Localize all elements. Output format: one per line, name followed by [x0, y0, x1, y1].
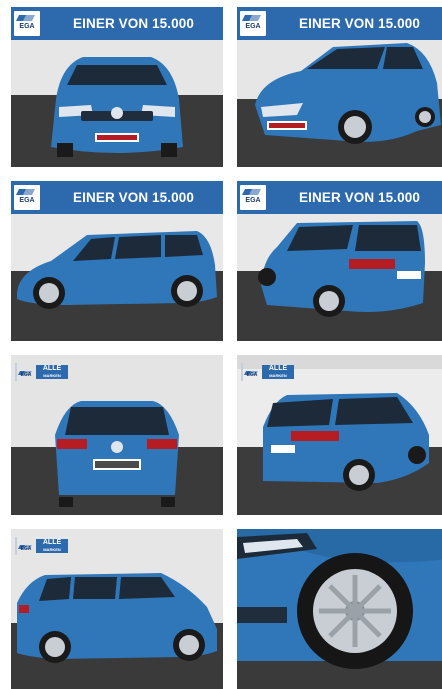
logo-text: EGA	[19, 23, 35, 30]
promo-banner: EGA EINER VON 15.000	[11, 181, 223, 214]
gallery-photo-4[interactable]: EGA EINER VON 15.000	[237, 181, 442, 341]
gallery-photo-5[interactable]: EGA ALLE MARKEN	[11, 355, 223, 515]
dealer-badge: EGA ALLE MARKEN	[15, 363, 68, 381]
car-photo-rear	[11, 355, 223, 515]
badge-line1: ALLE	[42, 365, 62, 372]
promo-banner: EGA EINER VON 15.000	[237, 7, 442, 40]
badge-line1: ALLE	[42, 539, 62, 546]
logo-text: EGA	[20, 372, 32, 378]
ega-logo-icon: EGA	[16, 364, 36, 380]
logo-text: EGA	[246, 372, 258, 378]
ega-logo-icon: EGA	[14, 11, 40, 36]
gallery-photo-3[interactable]: EGA EINER VON 15.000	[11, 181, 223, 341]
ega-logo-icon: EGA	[16, 538, 36, 554]
badge-line2: MARKEN	[269, 373, 287, 378]
banner-text: EINER VON 15.000	[73, 190, 194, 205]
logo-text: EGA	[19, 197, 35, 204]
gallery-photo-1[interactable]: EGA EINER VON 15.000	[11, 7, 223, 167]
photo-gallery: EGA EINER VON 15.000 EGA EINER VON 15.00…	[0, 0, 442, 689]
all-brands-box: ALLE MARKEN	[36, 365, 68, 379]
car-photo-rear-three-quarter-right	[237, 355, 442, 515]
all-brands-box: ALLE MARKEN	[36, 539, 68, 553]
ega-logo-icon: EGA	[240, 185, 266, 210]
logo-text: EGA	[245, 197, 261, 204]
ega-logo-icon: EGA	[242, 364, 262, 380]
gallery-photo-7[interactable]: EGA ALLE MARKEN	[11, 529, 223, 689]
gallery-photo-8[interactable]	[237, 529, 442, 689]
gallery-photo-6[interactable]: EGA ALLE MARKEN	[237, 355, 442, 515]
banner-text: EINER VON 15.000	[299, 190, 420, 205]
dealer-badge: EGA ALLE MARKEN	[241, 363, 294, 381]
gallery-photo-2[interactable]: EGA EINER VON 15.000	[237, 7, 442, 167]
car-photo-wheel-closeup	[237, 529, 442, 689]
car-photo-side-full	[11, 529, 223, 689]
badge-line1: ALLE	[268, 365, 288, 372]
badge-line2: MARKEN	[43, 547, 61, 552]
badge-line2: MARKEN	[43, 373, 61, 378]
ega-logo-icon: EGA	[240, 11, 266, 36]
ega-logo-icon: EGA	[14, 185, 40, 210]
dealer-badge: EGA ALLE MARKEN	[15, 537, 68, 555]
banner-text: EINER VON 15.000	[299, 16, 420, 31]
logo-text: EGA	[20, 546, 32, 552]
promo-banner: EGA EINER VON 15.000	[237, 181, 442, 214]
promo-banner: EGA EINER VON 15.000	[11, 7, 223, 40]
banner-text: EINER VON 15.000	[73, 16, 194, 31]
logo-text: EGA	[245, 23, 261, 30]
all-brands-box: ALLE MARKEN	[262, 365, 294, 379]
